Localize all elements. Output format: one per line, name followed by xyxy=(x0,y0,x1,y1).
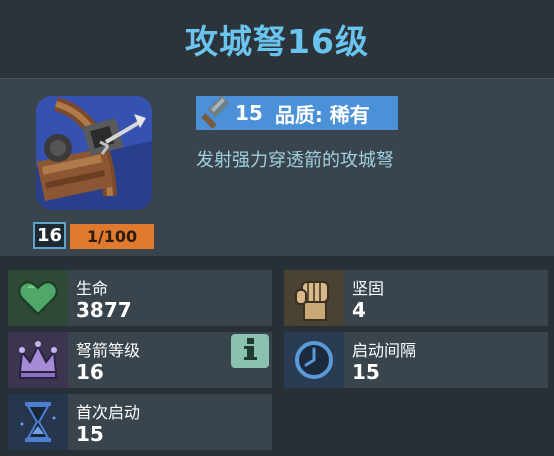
stat-label: 弩箭等级 xyxy=(76,341,141,360)
stat-label: 首次启动 xyxy=(76,403,141,422)
stat-health: 生命 3877 xyxy=(8,270,272,326)
item-level: 16 xyxy=(33,222,66,249)
quality-label: 品质: 稀有 xyxy=(274,102,370,127)
hourglass-icon xyxy=(8,394,68,450)
stat-value: 4 xyxy=(352,298,366,322)
crown-icon xyxy=(8,332,68,388)
fist-icon xyxy=(284,270,344,326)
stat-value: 3877 xyxy=(76,298,132,322)
stat-value: 15 xyxy=(352,360,380,384)
xp-progress-bar: 1/100 xyxy=(70,224,154,249)
stat-value: 16 xyxy=(76,360,104,384)
stat-label: 启动间隔 xyxy=(352,341,417,360)
stat-value: 15 xyxy=(76,422,104,446)
header: 攻城弩16级 xyxy=(0,0,554,78)
stat-label: 坚固 xyxy=(352,279,385,298)
stat-launch-interval: 启动间隔 15 xyxy=(284,332,548,388)
clock-icon xyxy=(284,332,344,388)
stat-label: 生命 xyxy=(76,279,109,298)
hammer-icon xyxy=(199,95,233,130)
hammer-count: 15 xyxy=(235,101,263,125)
siege-crossbow-avatar xyxy=(36,96,152,210)
quality-badge: 15 品质: 稀有 xyxy=(196,95,398,130)
heart-icon xyxy=(8,270,68,326)
page-title: 攻城弩16级 xyxy=(185,22,369,61)
item-description: 发射强力穿透箭的攻城弩 xyxy=(196,150,394,171)
stat-sturdiness: 坚固 4 xyxy=(284,270,548,326)
info-button[interactable] xyxy=(231,334,269,368)
info-icon xyxy=(239,336,261,366)
stat-first-launch: 首次启动 15 xyxy=(8,394,272,450)
